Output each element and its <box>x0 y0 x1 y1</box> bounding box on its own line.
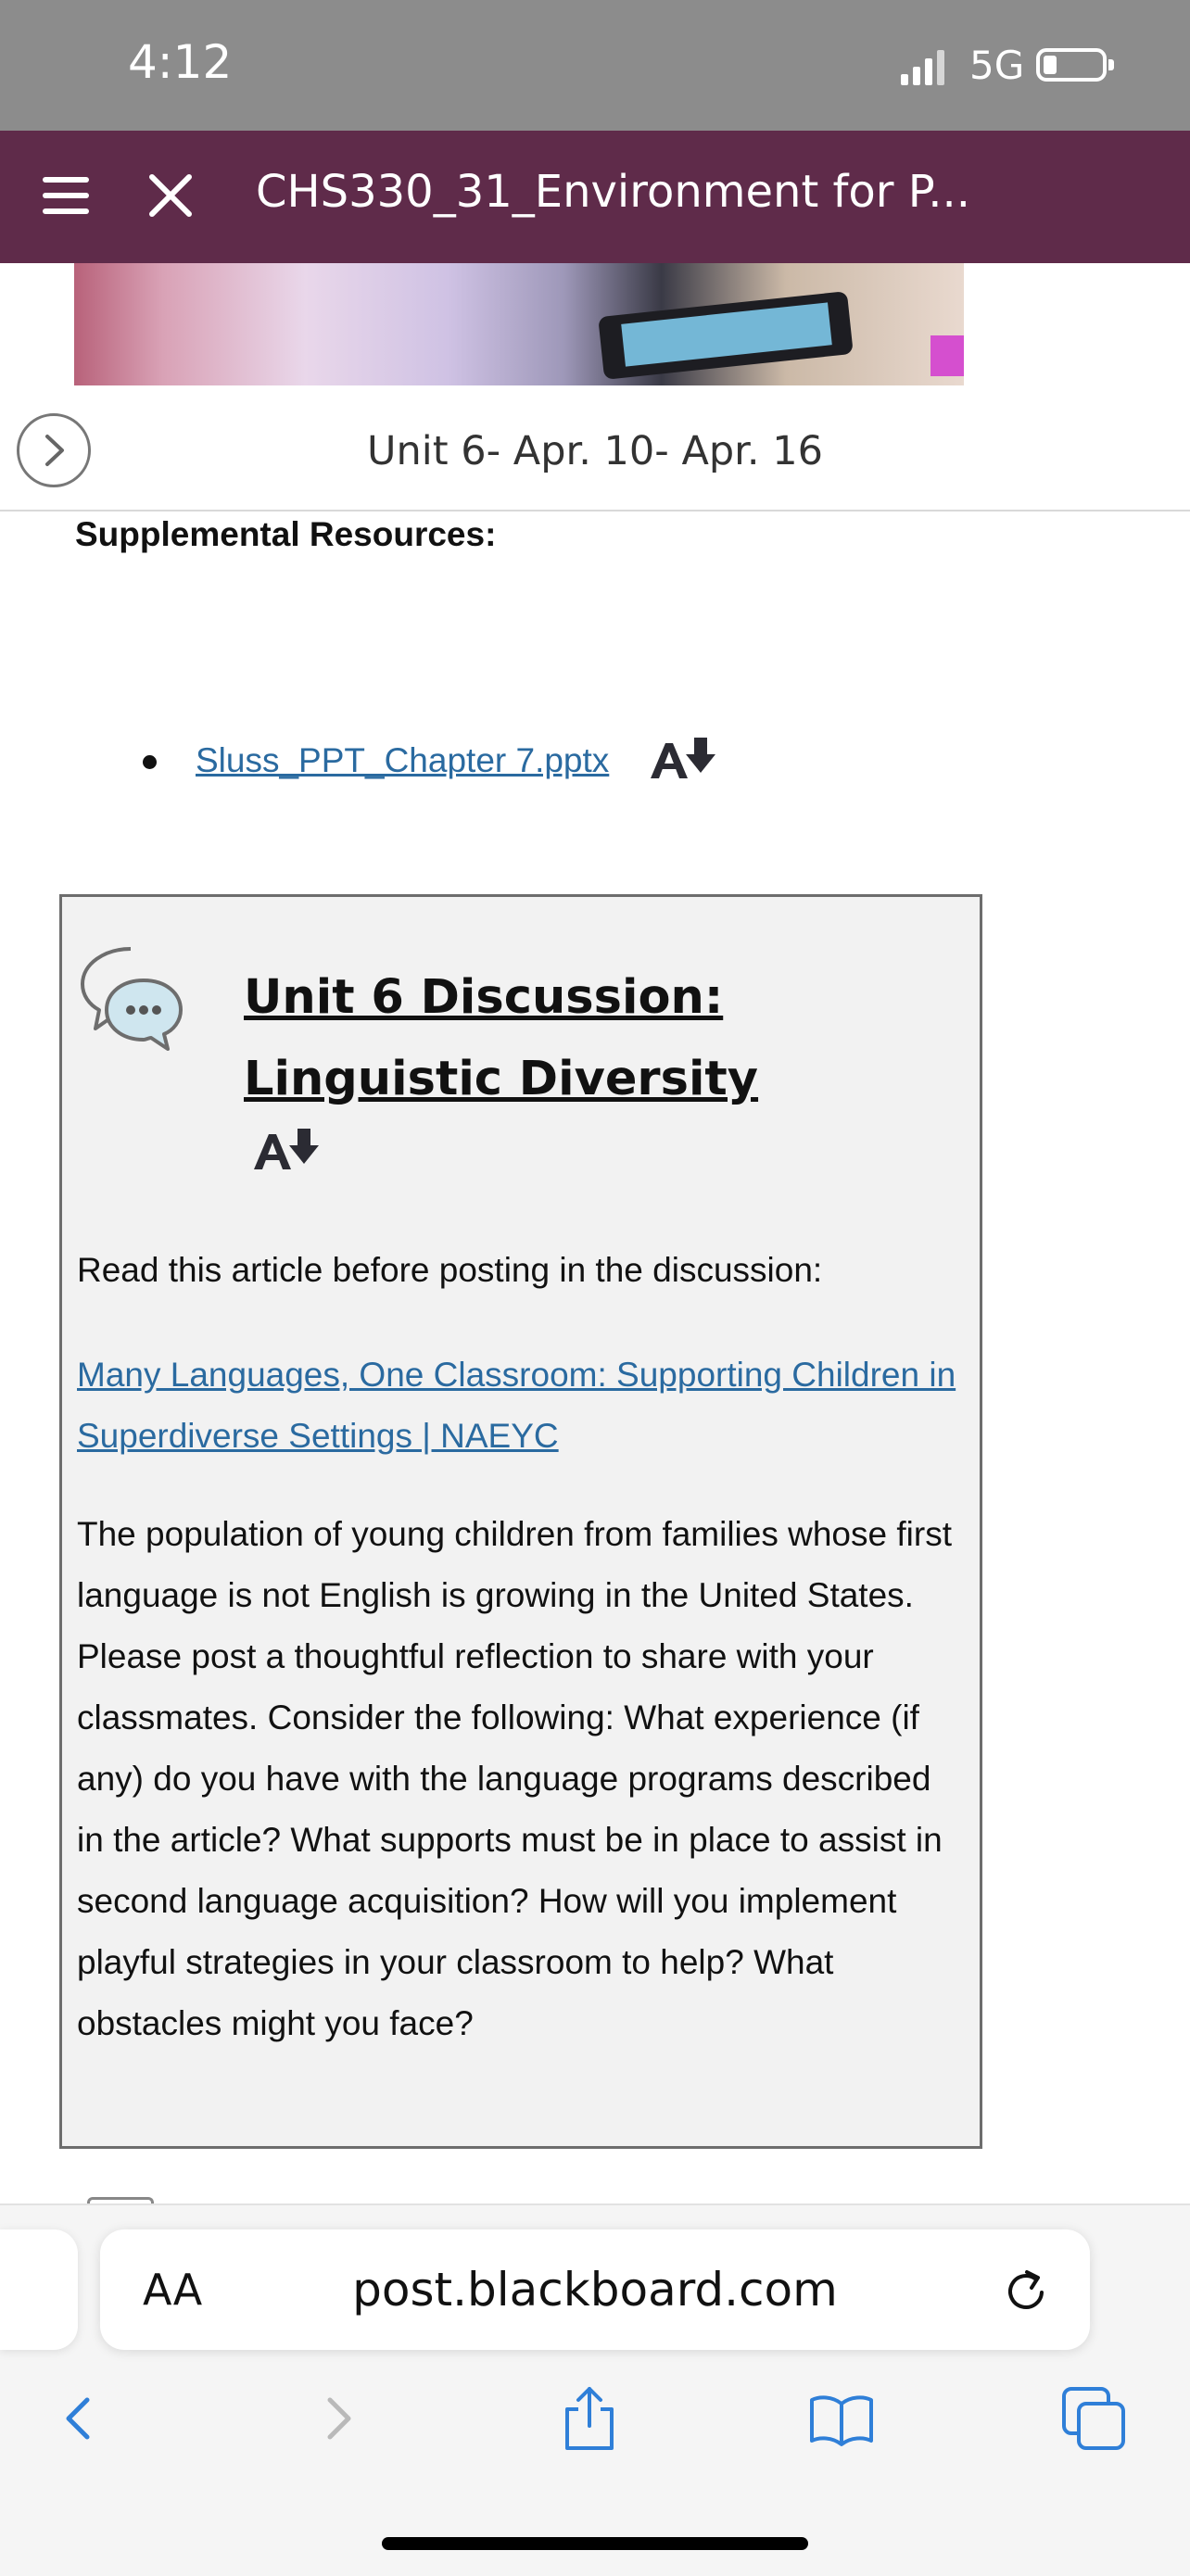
battery-icon <box>1036 48 1114 82</box>
discussion-title[interactable]: Unit 6 Discussion: Linguistic Diversity <box>244 957 948 1120</box>
close-icon[interactable] <box>146 171 195 220</box>
browser-toolbar: AA post.blackboard.com <box>0 2203 1190 2576</box>
bookmarks-icon[interactable] <box>804 2381 879 2456</box>
forward-icon[interactable] <box>302 2381 376 2456</box>
discussion-card: Unit 6 Discussion: Linguistic Diversity … <box>59 894 982 2149</box>
unit-header: Unit 6- Apr. 10- Apr. 16 <box>0 385 1190 511</box>
alternative-formats-icon[interactable] <box>649 736 721 782</box>
list-bullet <box>143 755 157 769</box>
tabs-icon[interactable] <box>1057 2381 1131 2456</box>
cellular-signal-icon <box>901 50 944 85</box>
address-bar[interactable]: AA post.blackboard.com <box>100 2229 1090 2350</box>
url-text[interactable]: post.blackboard.com <box>100 2263 1090 2317</box>
back-icon[interactable] <box>41 2381 115 2456</box>
discussion-intro: Read this article before posting in the … <box>77 1251 823 1289</box>
status-time: 4:12 <box>128 35 233 89</box>
home-indicator <box>382 2537 808 2550</box>
unit-title: Unit 6- Apr. 10- Apr. 16 <box>367 428 823 474</box>
file-link[interactable]: Sluss_PPT_Chapter 7.pptx <box>196 741 609 780</box>
section-heading: Supplemental Resources: <box>75 515 497 553</box>
course-title: CHS330_31_Environment for P... <box>256 166 971 218</box>
discussion-bubbles-icon <box>81 947 183 1051</box>
discussion-prompt: The population of young children from fa… <box>77 1515 952 2042</box>
network-type: 5G <box>969 43 1025 88</box>
share-icon[interactable] <box>552 2381 627 2456</box>
app-bar: CHS330_31_Environment for P... <box>0 131 1190 263</box>
alternative-formats-icon[interactable] <box>252 1127 324 1173</box>
menu-icon[interactable] <box>43 175 89 216</box>
course-banner-image <box>74 263 964 385</box>
status-bar: 4:12 5G <box>0 0 1190 131</box>
previous-tab-preview[interactable] <box>0 2229 78 2350</box>
reload-icon[interactable] <box>1001 2265 1053 2317</box>
article-link[interactable]: Many Languages, One Classroom: Supportin… <box>77 1345 967 1467</box>
